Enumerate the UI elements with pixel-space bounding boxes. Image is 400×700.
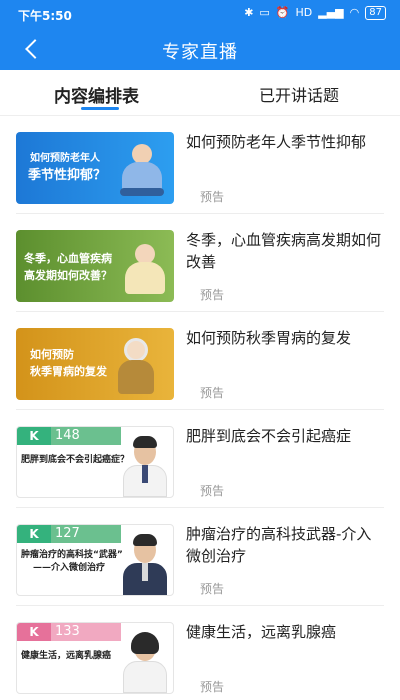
status-icons: ✱ ▭ ⏰ HD ▂▄▆ ◠ 87 xyxy=(244,6,386,20)
item-thumbnail: 如何预防老年人 季节性抑郁？ xyxy=(16,132,174,204)
brand-logo: K xyxy=(17,427,51,445)
brand-logo: K xyxy=(17,525,51,543)
elderly-illustration xyxy=(118,142,166,198)
status-badge: 预告 xyxy=(200,680,225,694)
alarm-icon: ⏰ xyxy=(275,6,290,19)
item-thumbnail: K 148 肥胖到底会不会引起癌症？ xyxy=(16,426,174,498)
item-thumbnail: K 127 肿瘤治疗的高科技“武器” ——介入微创治疗 xyxy=(16,524,174,596)
thumb-caption: 肥胖到底会不会引起癌症？ xyxy=(21,455,130,465)
thumb-caption: 健康生活，远离乳腺癌 xyxy=(21,651,112,661)
tab-started-topics[interactable]: 已开讲话题 xyxy=(259,82,339,106)
thumb-caption: 如何预防老年人 xyxy=(30,153,100,164)
thumb-caption: ——介入微创治疗 xyxy=(33,563,106,573)
tab-bar: 内容编排表 已开讲话题 xyxy=(0,70,400,116)
doctor-photo xyxy=(121,533,169,595)
hd-icon: HD xyxy=(295,6,313,19)
item-title: 如何预防老年人季节性抑郁 xyxy=(186,133,367,151)
brand-logo: K xyxy=(17,623,51,641)
list-item[interactable]: K 133 健康生活，远离乳腺癌 健康生活，远离乳腺癌 预告 xyxy=(0,606,400,700)
bluetooth-icon: ✱ xyxy=(244,6,254,19)
thumb-caption: 如何预防 xyxy=(30,348,74,361)
status-badge: 预告 xyxy=(200,288,225,302)
episode-number: 133 xyxy=(51,623,121,641)
item-thumbnail: K 133 健康生活，远离乳腺癌 xyxy=(16,622,174,694)
battery-icon: 87 xyxy=(365,6,386,20)
tab-schedule[interactable]: 内容编排表 xyxy=(54,82,139,107)
elderly-illustration xyxy=(114,336,158,396)
thumb-caption: 秋季胃病的复发 xyxy=(30,365,107,378)
list-item[interactable]: 如何预防老年人 季节性抑郁？ 如何预防老年人季节性抑郁 预告 xyxy=(0,116,400,214)
thumb-caption: 冬季，心血管疾病 xyxy=(24,252,112,265)
top-bar: 下午5:50 ✱ ▭ ⏰ HD ▂▄▆ ◠ 87 专家直播 xyxy=(0,0,400,70)
list-item[interactable]: 冬季，心血管疾病 高发期如何改善？ 冬季，心血管疾病高发期如何改善 预告 xyxy=(0,214,400,312)
thumb-caption: 高发期如何改善？ xyxy=(24,269,112,282)
status-badge: 预告 xyxy=(200,386,225,400)
item-title: 冬季，心血管疾病高发期如何改善 xyxy=(186,231,382,271)
status-badge: 预告 xyxy=(200,190,225,204)
list-item[interactable]: 如何预防 秋季胃病的复发 如何预防秋季胃病的复发 预告 xyxy=(0,312,400,410)
item-thumbnail: 冬季，心血管疾病 高发期如何改善？ xyxy=(16,230,174,302)
status-badge: 预告 xyxy=(200,484,225,498)
wifi-icon: ◠ xyxy=(349,6,360,19)
item-title: 如何预防秋季胃病的复发 xyxy=(186,329,352,347)
item-title: 健康生活，远离乳腺癌 xyxy=(186,623,337,641)
battery-saver-icon: ▭ xyxy=(259,6,270,19)
list-item[interactable]: K 127 肿瘤治疗的高科技“武器” ——介入微创治疗 肿瘤治疗的高科技武器-介… xyxy=(0,508,400,606)
status-badge: 预告 xyxy=(200,582,225,596)
list-item[interactable]: K 148 肥胖到底会不会引起癌症？ 肥胖到底会不会引起癌症 预告 xyxy=(0,410,400,508)
elderly-illustration xyxy=(122,242,168,298)
status-time: 下午5:50 xyxy=(18,9,72,23)
thumb-caption: 肿瘤治疗的高科技“武器” xyxy=(21,550,123,560)
header: 专家直播 xyxy=(0,28,400,70)
doctor-photo xyxy=(121,435,169,497)
status-bar: 下午5:50 ✱ ▭ ⏰ HD ▂▄▆ ◠ 87 xyxy=(0,0,400,28)
page-title: 专家直播 xyxy=(162,42,238,63)
item-thumbnail: 如何预防 秋季胃病的复发 xyxy=(16,328,174,400)
doctor-photo xyxy=(121,631,169,693)
thumb-caption: 季节性抑郁？ xyxy=(28,168,107,183)
episode-number: 148 xyxy=(51,427,121,445)
item-title: 肥胖到底会不会引起癌症 xyxy=(186,427,352,445)
signal-icon: ▂▄▆ xyxy=(318,6,344,19)
active-tab-indicator xyxy=(81,107,119,110)
item-title: 肿瘤治疗的高科技武器-介入微创治疗 xyxy=(186,525,372,565)
episode-number: 127 xyxy=(51,525,121,543)
